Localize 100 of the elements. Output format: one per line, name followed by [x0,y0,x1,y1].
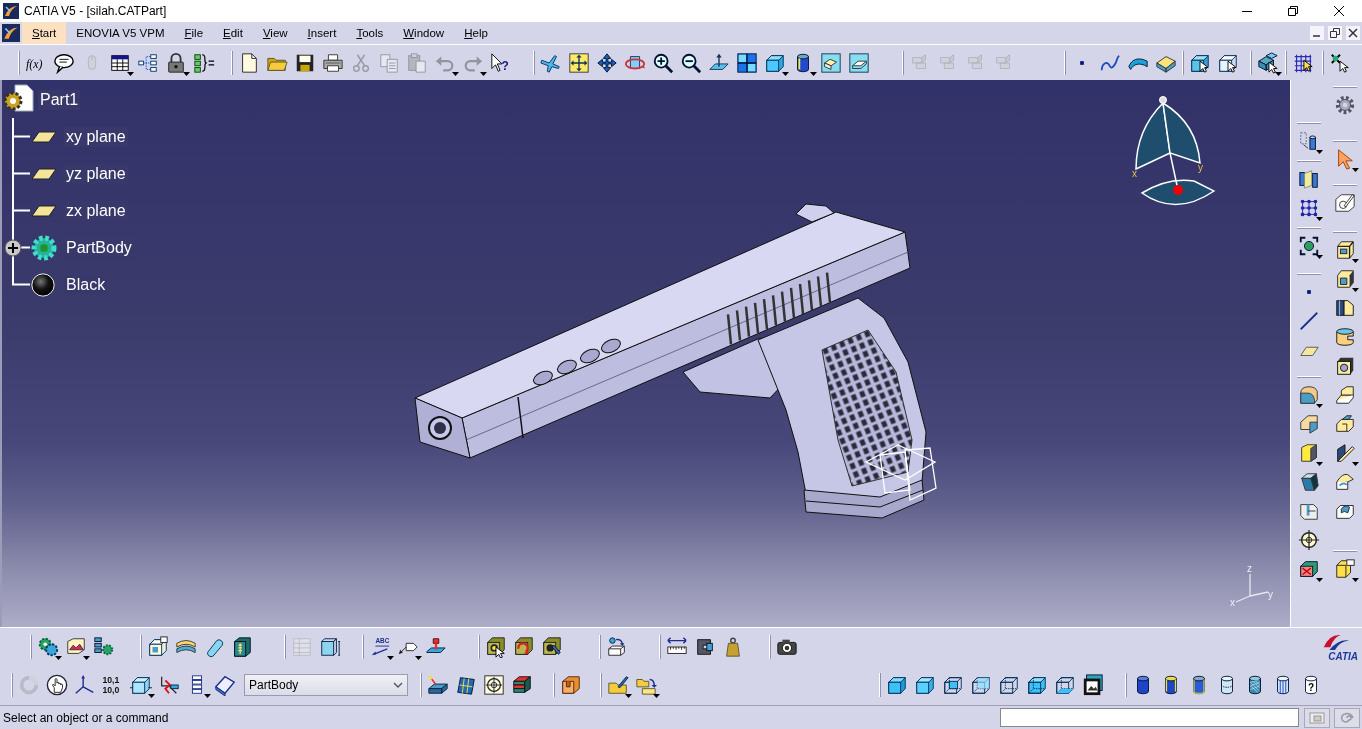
wireframe-cube-icon[interactable] [998,674,1020,696]
expand-icon[interactable] [4,239,22,257]
restore-icon[interactable] [1328,26,1342,40]
hand-icon[interactable] [46,674,68,696]
caret-icon[interactable] [1316,578,1323,582]
caret-icon[interactable] [1352,168,1359,172]
blocks-cursor-icon[interactable] [1257,51,1279,74]
caret-icon[interactable] [1352,462,1359,466]
axes-icon[interactable] [74,674,96,696]
layered-block-icon[interactable] [511,674,533,696]
speech-bubble-icon[interactable] [53,51,75,74]
command-input-field[interactable] [1000,708,1299,727]
four-pane-icon[interactable] [736,51,758,74]
menu-item[interactable]: Window [393,22,455,44]
padlock-icon[interactable] [165,51,187,74]
mesh-surface-icon[interactable] [455,674,477,696]
caret-icon[interactable] [204,694,211,698]
shaded-cube-icon[interactable] [886,674,908,696]
tree-item[interactable]: xy plane [64,126,128,147]
menu-item[interactable]: Start [22,22,67,44]
sparkle-cursor-icon[interactable] [1329,51,1351,74]
close-icon[interactable] [1346,26,1360,40]
caret-icon[interactable] [183,71,190,76]
menu-item[interactable]: View [252,22,298,44]
framed-picture-icon[interactable] [1082,674,1104,696]
menu-item[interactable]: Help [454,22,498,44]
open-front-cube-icon[interactable] [1026,674,1048,696]
edged-cube-icon[interactable] [914,674,936,696]
framed-sheet-icon[interactable] [848,51,870,74]
c-ring-icon[interactable] [1334,325,1356,348]
caret-icon[interactable] [810,71,817,76]
extruded-block-icon[interactable] [1334,238,1356,261]
caret-icon[interactable] [387,655,394,660]
box-arrow-icon[interactable] [606,635,628,658]
crosshair-icon[interactable] [1298,528,1320,551]
gear-cluster-icon[interactable] [37,635,59,658]
caret-icon[interactable] [1316,217,1323,221]
caret-icon[interactable] [653,694,660,698]
beveled-block-icon[interactable] [1298,412,1320,435]
rounded-block-icon[interactable] [1298,383,1320,406]
chevron-down-icon[interactable] [393,682,403,688]
menu-item[interactable]: Edit [213,22,253,44]
slanted-block-icon[interactable] [1298,470,1320,493]
tree-item[interactable]: Part1 [38,90,81,110]
formula-icon[interactable]: f(x) [25,51,47,74]
zoom-out-icon[interactable] [680,51,702,74]
pocketed-block-icon[interactable] [1334,267,1356,290]
caret-icon[interactable] [1316,150,1323,154]
fit-all-icon[interactable] [568,51,590,74]
caret-icon[interactable] [1275,71,1282,76]
base-shaded-cube-icon[interactable] [1054,674,1076,696]
zoom-in-icon[interactable] [652,51,674,74]
slotted-block-icon[interactable] [1334,412,1356,435]
caret-icon[interactable] [1316,404,1323,408]
3d-viewport[interactable]: Part1 xy plane yz plane zx plane PartBody Black x y z x y [0,80,1290,627]
caret-icon[interactable] [1352,259,1359,263]
corner-frame-icon[interactable] [1298,234,1320,257]
cube-arrows-icon[interactable] [130,674,152,696]
notched-block-icon[interactable] [560,674,582,696]
cylinders-plane-icon[interactable] [1298,167,1320,190]
caret-icon[interactable] [415,655,422,660]
list-gear-icon[interactable] [93,635,115,658]
ringed-cube-cursor-icon[interactable] [485,635,507,658]
shaded-block-icon[interactable] [1298,441,1320,464]
half-shaded-cube-icon[interactable] [970,674,992,696]
caret-icon[interactable] [1352,578,1359,582]
zigzag-axes-icon[interactable] [158,674,180,696]
menu-item[interactable]: Insert [297,22,347,44]
folder-pencil-icon[interactable] [607,674,629,696]
caret-icon[interactable] [782,71,789,76]
printer-icon[interactable] [322,51,344,74]
braces-equals-icon[interactable] [193,51,215,74]
framed-block-icon[interactable] [820,51,842,74]
menu-item[interactable]: Tools [346,22,394,44]
menu-item[interactable]: ENOVIA V5 VPM [66,22,175,44]
body-dropdown[interactable]: PartBody [244,674,408,696]
caret-icon[interactable] [127,71,134,76]
caret-icon[interactable] [1316,462,1323,466]
tagged-block-icon[interactable] [1334,557,1356,580]
cube-tool-icon[interactable] [541,635,563,658]
gear-icon[interactable] [1334,93,1356,116]
close-icon[interactable] [1334,6,1344,16]
node-graph-icon[interactable] [137,51,159,74]
swept-block-icon[interactable] [1334,383,1356,406]
cube-curved-arrow-icon[interactable] [513,635,535,658]
box-tag-icon[interactable] [147,635,169,658]
tilted-sheet-icon[interactable] [214,674,236,696]
ramp-block-icon[interactable] [1334,441,1356,464]
caret-icon[interactable] [83,655,90,660]
four-way-arrow-icon[interactable] [596,51,618,74]
line-icon[interactable] [1298,309,1320,332]
caret-icon[interactable] [55,655,62,660]
target-sheet-icon[interactable] [483,674,505,696]
nested-cube-icon[interactable] [942,674,964,696]
caret-icon[interactable] [1352,288,1359,292]
menu-item[interactable]: File [174,22,214,44]
restore-icon[interactable] [1288,6,1298,16]
sketch-pencil-icon[interactable] [1334,191,1356,214]
ribbed-panel-icon[interactable] [231,635,253,658]
dimensioned-box-icon[interactable] [319,635,341,658]
